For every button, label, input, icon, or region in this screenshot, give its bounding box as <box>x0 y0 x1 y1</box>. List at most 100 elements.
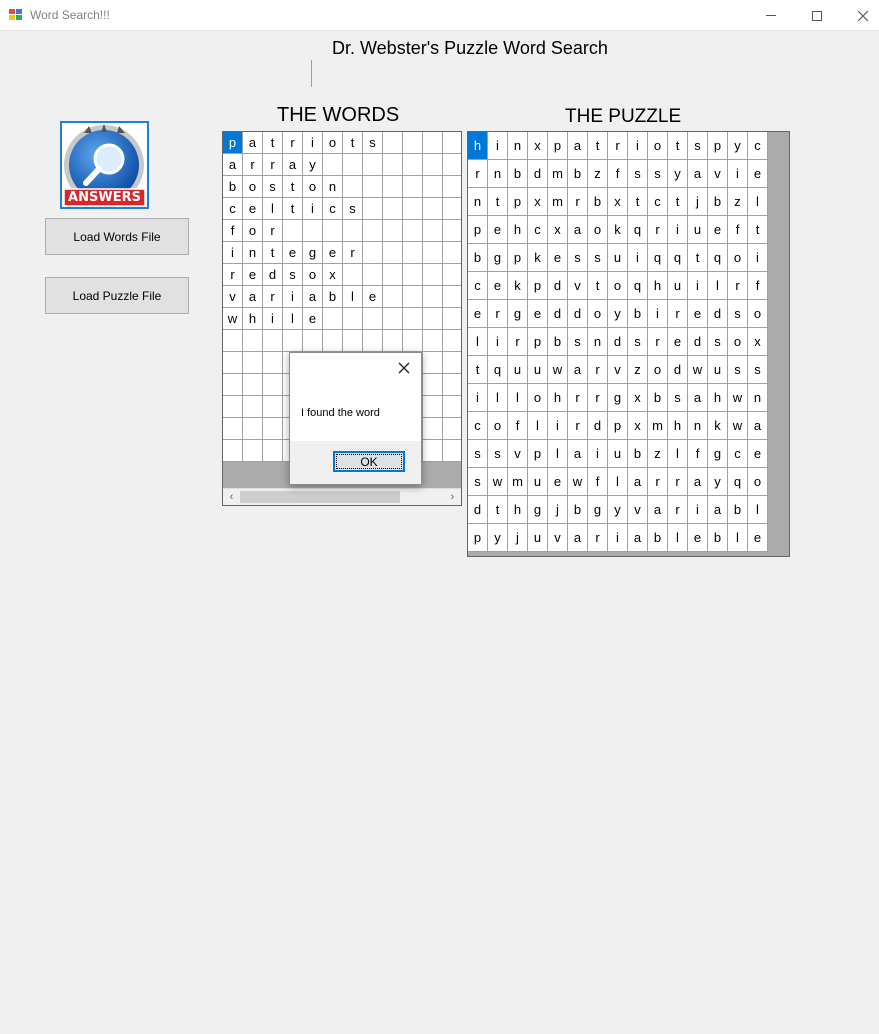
puzzle-cell[interactable]: l <box>708 272 728 300</box>
puzzle-cell[interactable]: e <box>548 244 568 272</box>
puzzle-cell[interactable]: b <box>508 160 528 188</box>
words-cell[interactable] <box>403 264 423 286</box>
puzzle-cell[interactable]: b <box>588 188 608 216</box>
puzzle-cell[interactable]: s <box>668 384 688 412</box>
puzzle-cell[interactable]: x <box>528 188 548 216</box>
puzzle-cell[interactable]: t <box>588 132 608 160</box>
puzzle-cell[interactable]: l <box>508 384 528 412</box>
puzzle-cell[interactable]: h <box>468 132 488 160</box>
words-cell[interactable] <box>423 198 443 220</box>
words-cell[interactable]: e <box>323 242 343 264</box>
puzzle-cell[interactable]: l <box>468 328 488 356</box>
words-cell[interactable] <box>443 440 461 462</box>
puzzle-cell[interactable]: j <box>508 524 528 552</box>
words-cell[interactable]: e <box>243 264 263 286</box>
puzzle-cell[interactable]: p <box>508 244 528 272</box>
words-cell[interactable]: w <box>223 308 243 330</box>
puzzle-cell[interactable]: h <box>508 216 528 244</box>
puzzle-cell[interactable]: a <box>688 468 708 496</box>
puzzle-cell[interactable]: n <box>488 160 508 188</box>
puzzle-cell[interactable]: b <box>708 524 728 552</box>
words-cell[interactable]: f <box>223 220 243 242</box>
puzzle-cell[interactable]: g <box>508 300 528 328</box>
load-puzzle-button[interactable]: Load Puzzle File <box>45 277 189 314</box>
puzzle-cell[interactable]: q <box>628 272 648 300</box>
puzzle-cell[interactable]: z <box>728 188 748 216</box>
puzzle-cell[interactable]: w <box>568 468 588 496</box>
puzzle-cell[interactable]: g <box>488 244 508 272</box>
puzzle-cell[interactable]: k <box>708 412 728 440</box>
puzzle-cell[interactable]: d <box>548 272 568 300</box>
words-cell[interactable]: o <box>243 220 263 242</box>
words-cell[interactable]: i <box>303 132 323 154</box>
puzzle-cell[interactable]: d <box>468 496 488 524</box>
puzzle-cell[interactable]: s <box>628 328 648 356</box>
puzzle-cell[interactable]: l <box>668 524 688 552</box>
puzzle-cell[interactable]: r <box>568 412 588 440</box>
puzzle-cell[interactable]: q <box>488 356 508 384</box>
puzzle-cell[interactable]: s <box>708 328 728 356</box>
words-cell[interactable] <box>383 220 403 242</box>
words-cell[interactable]: o <box>323 132 343 154</box>
puzzle-cell[interactable]: i <box>608 524 628 552</box>
puzzle-cell[interactable]: a <box>648 496 668 524</box>
puzzle-cell[interactable]: n <box>508 132 528 160</box>
puzzle-cell[interactable]: d <box>568 300 588 328</box>
puzzle-cell[interactable]: f <box>728 216 748 244</box>
words-cell[interactable] <box>423 352 443 374</box>
words-cell[interactable] <box>243 330 263 352</box>
puzzle-cell[interactable]: b <box>708 188 728 216</box>
puzzle-cell[interactable]: e <box>468 300 488 328</box>
words-cell[interactable] <box>343 154 363 176</box>
words-cell[interactable]: s <box>343 198 363 220</box>
words-cell[interactable] <box>363 176 383 198</box>
puzzle-cell[interactable]: h <box>708 384 728 412</box>
words-cell[interactable]: s <box>283 264 303 286</box>
dialog-close-button[interactable] <box>395 359 413 377</box>
words-cell[interactable] <box>423 154 443 176</box>
words-cell[interactable] <box>403 198 423 220</box>
puzzle-grid-panel[interactable]: hinxpatriotspycrnbdmbzfssyavientpxmrbxtc… <box>467 131 790 557</box>
puzzle-cell[interactable]: u <box>528 524 548 552</box>
puzzle-cell[interactable]: s <box>568 244 588 272</box>
puzzle-cell[interactable]: a <box>568 216 588 244</box>
words-cell[interactable] <box>363 308 383 330</box>
words-cell[interactable] <box>343 264 363 286</box>
words-cell[interactable] <box>263 352 283 374</box>
puzzle-cell[interactable]: m <box>548 160 568 188</box>
words-cell[interactable]: r <box>263 220 283 242</box>
words-cell[interactable]: o <box>243 176 263 198</box>
puzzle-cell[interactable]: u <box>528 356 548 384</box>
puzzle-cell[interactable]: p <box>528 440 548 468</box>
puzzle-cell[interactable]: d <box>588 412 608 440</box>
puzzle-cell[interactable]: r <box>648 328 668 356</box>
words-cell[interactable] <box>443 286 461 308</box>
words-cell[interactable]: v <box>223 286 243 308</box>
puzzle-cell[interactable]: s <box>728 356 748 384</box>
puzzle-cell[interactable]: u <box>668 272 688 300</box>
puzzle-cell[interactable]: x <box>748 328 768 356</box>
words-cell[interactable] <box>243 418 263 440</box>
puzzle-cell[interactable]: o <box>588 300 608 328</box>
puzzle-cell[interactable]: v <box>628 496 648 524</box>
puzzle-cell[interactable]: f <box>588 468 608 496</box>
puzzle-cell[interactable]: k <box>528 244 548 272</box>
puzzle-cell[interactable]: r <box>568 188 588 216</box>
puzzle-cell[interactable]: e <box>488 216 508 244</box>
words-cell[interactable]: c <box>223 198 243 220</box>
words-cell[interactable] <box>243 440 263 462</box>
words-cell[interactable] <box>363 264 383 286</box>
words-cell[interactable] <box>303 330 323 352</box>
puzzle-cell[interactable]: j <box>688 188 708 216</box>
puzzle-cell[interactable]: i <box>468 384 488 412</box>
puzzle-cell[interactable]: s <box>588 244 608 272</box>
words-cell[interactable] <box>263 418 283 440</box>
minimize-button[interactable] <box>748 0 794 31</box>
puzzle-cell[interactable]: w <box>728 412 748 440</box>
puzzle-cell[interactable]: u <box>708 356 728 384</box>
words-cell[interactable]: a <box>283 154 303 176</box>
puzzle-cell[interactable]: r <box>468 160 488 188</box>
puzzle-cell[interactable]: d <box>668 356 688 384</box>
puzzle-cell[interactable]: l <box>608 468 628 496</box>
puzzle-cell[interactable]: w <box>488 468 508 496</box>
